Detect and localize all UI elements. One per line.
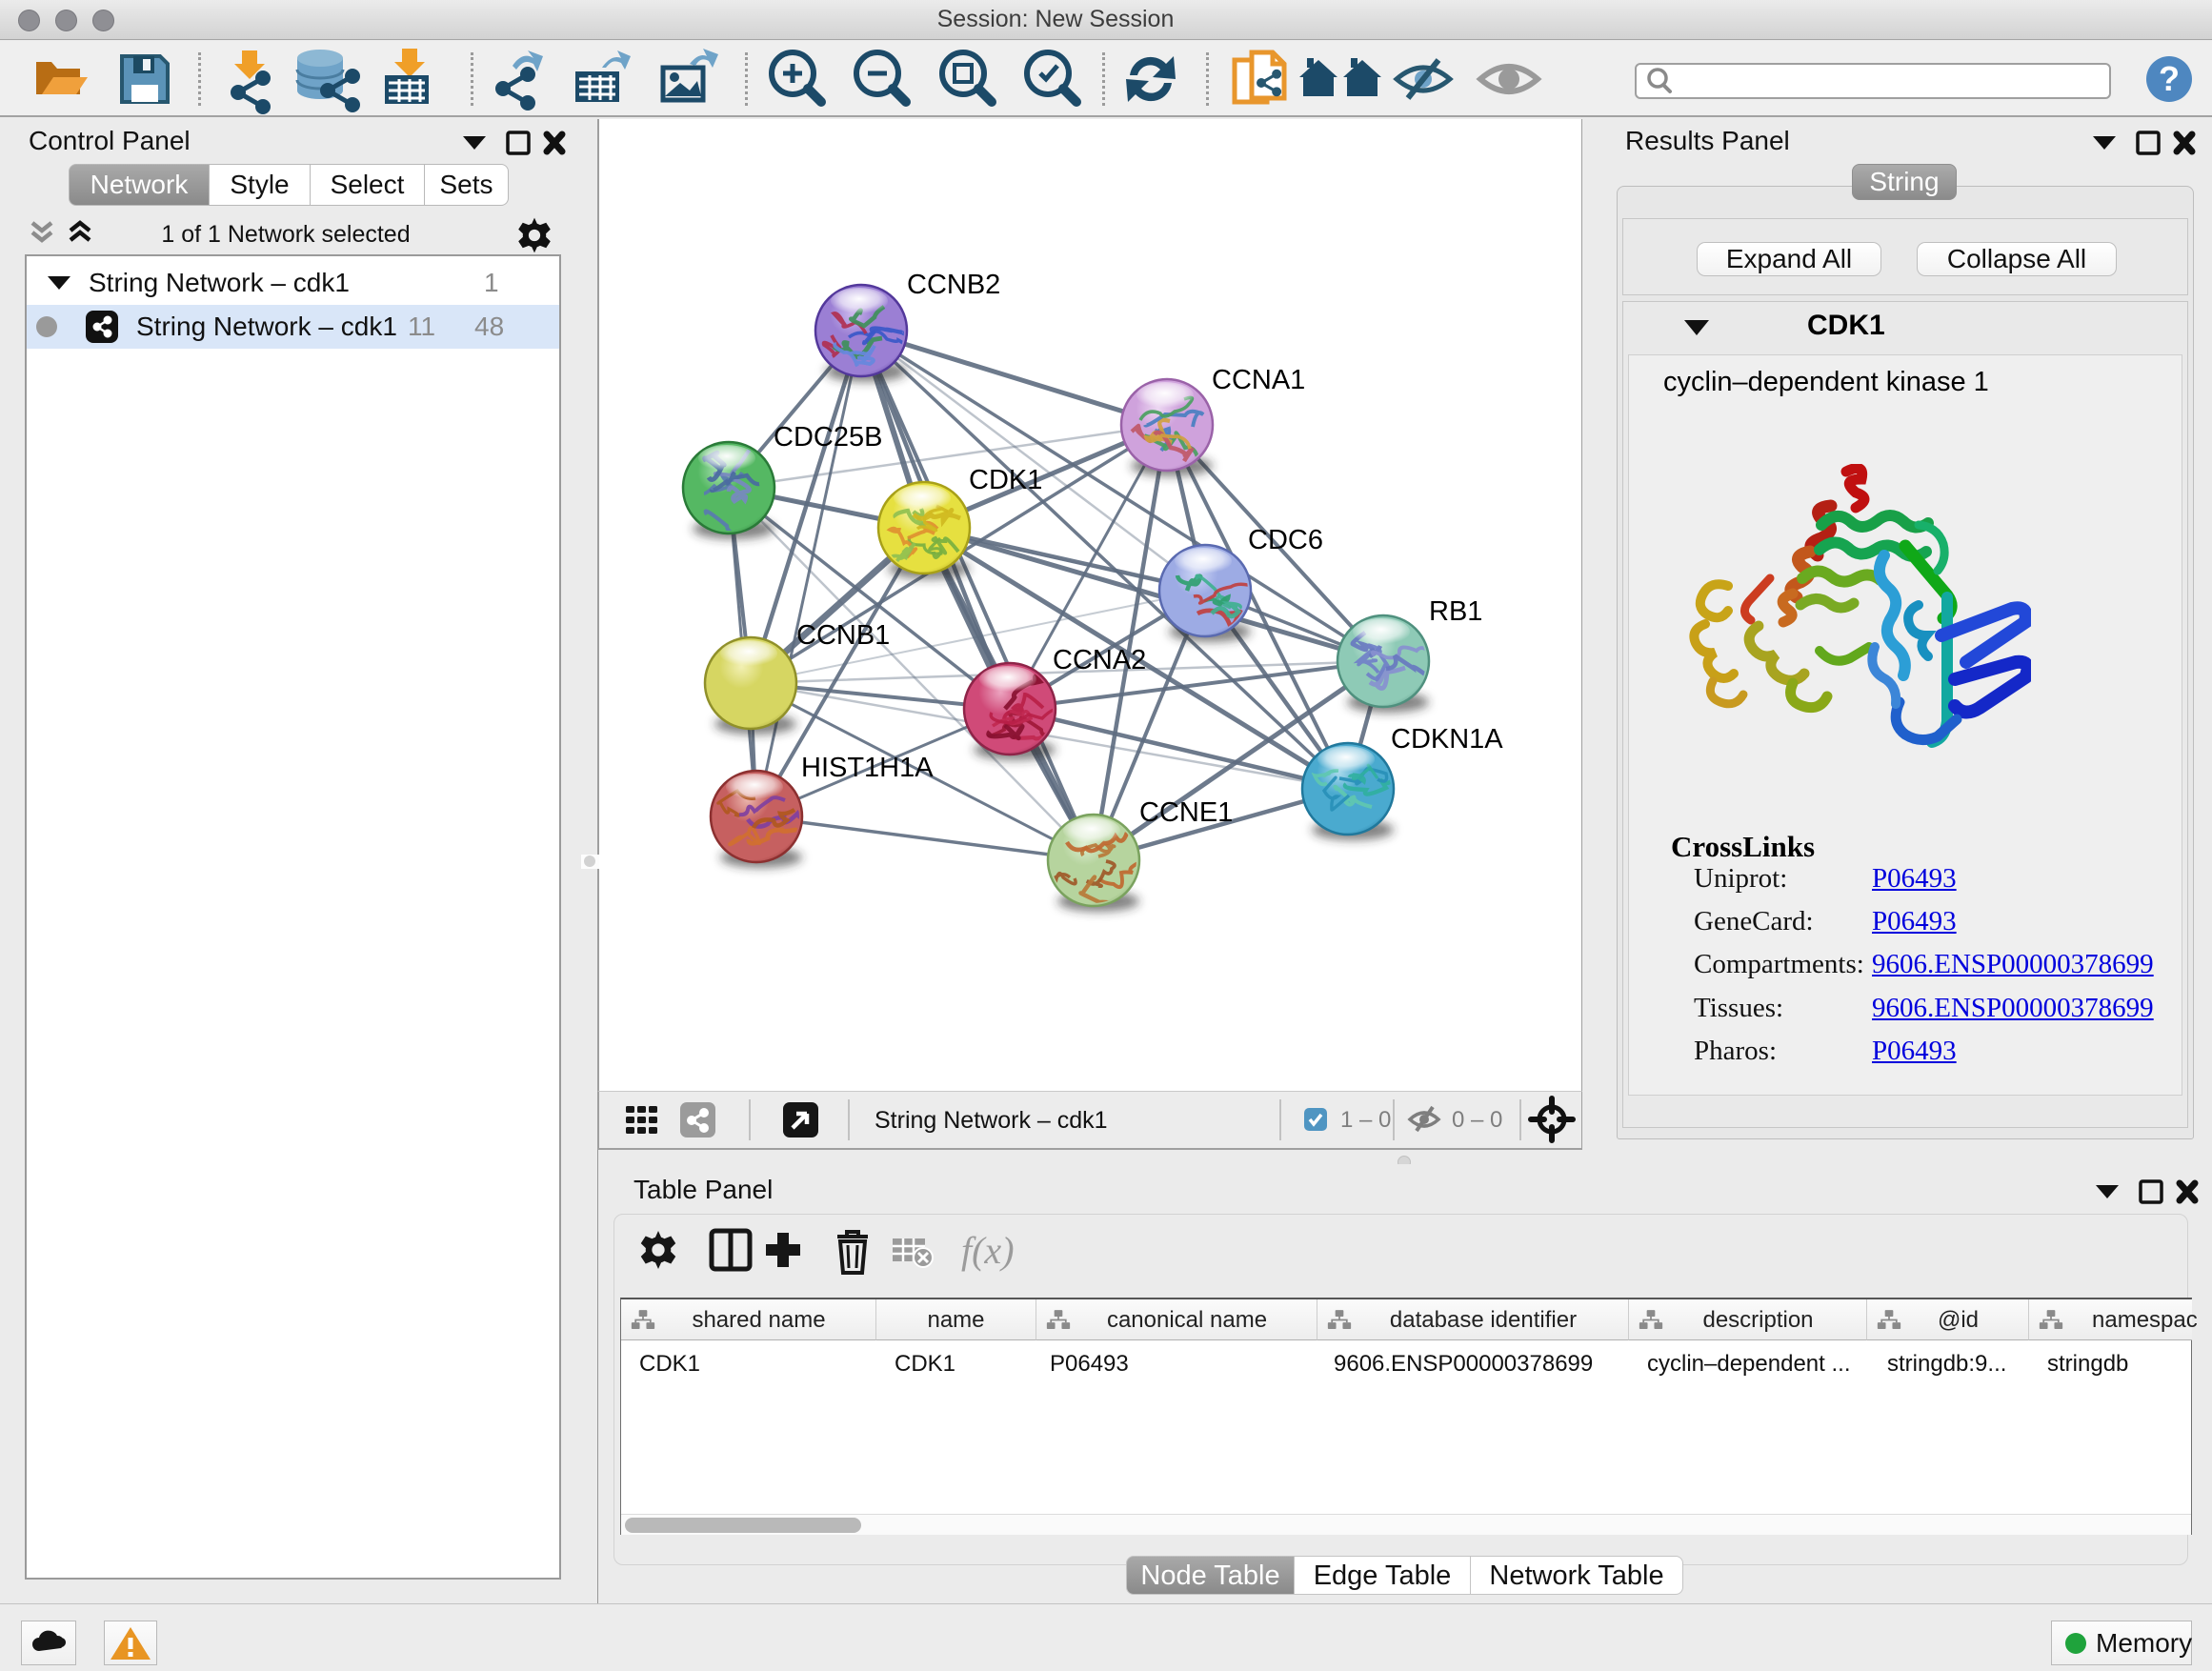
svg-text:?: ?	[2159, 59, 2180, 98]
svg-text:CDC25B: CDC25B	[774, 422, 882, 453]
svg-text:CDKN1A: CDKN1A	[1391, 724, 1503, 755]
svg-text:CCNA2: CCNA2	[1053, 645, 1146, 675]
svg-text:1 – 0: 1 – 0	[1340, 1107, 1391, 1133]
svg-text:HIST1H1A: HIST1H1A	[801, 753, 934, 783]
svg-text:CCNB1: CCNB1	[796, 620, 890, 651]
svg-text:RB1: RB1	[1429, 596, 1482, 627]
svg-text:CDC6: CDC6	[1248, 525, 1323, 555]
svg-text:CDK1: CDK1	[969, 465, 1042, 495]
svg-text:String Network – cdk1: String Network – cdk1	[875, 1107, 1108, 1134]
svg-text:CCNA1: CCNA1	[1212, 365, 1305, 395]
svg-text:CCNE1: CCNE1	[1139, 797, 1233, 828]
svg-text:0 – 0: 0 – 0	[1452, 1107, 1502, 1133]
svg-text:CCNB2: CCNB2	[907, 270, 1000, 300]
svg-text:f(x): f(x)	[961, 1229, 1015, 1272]
